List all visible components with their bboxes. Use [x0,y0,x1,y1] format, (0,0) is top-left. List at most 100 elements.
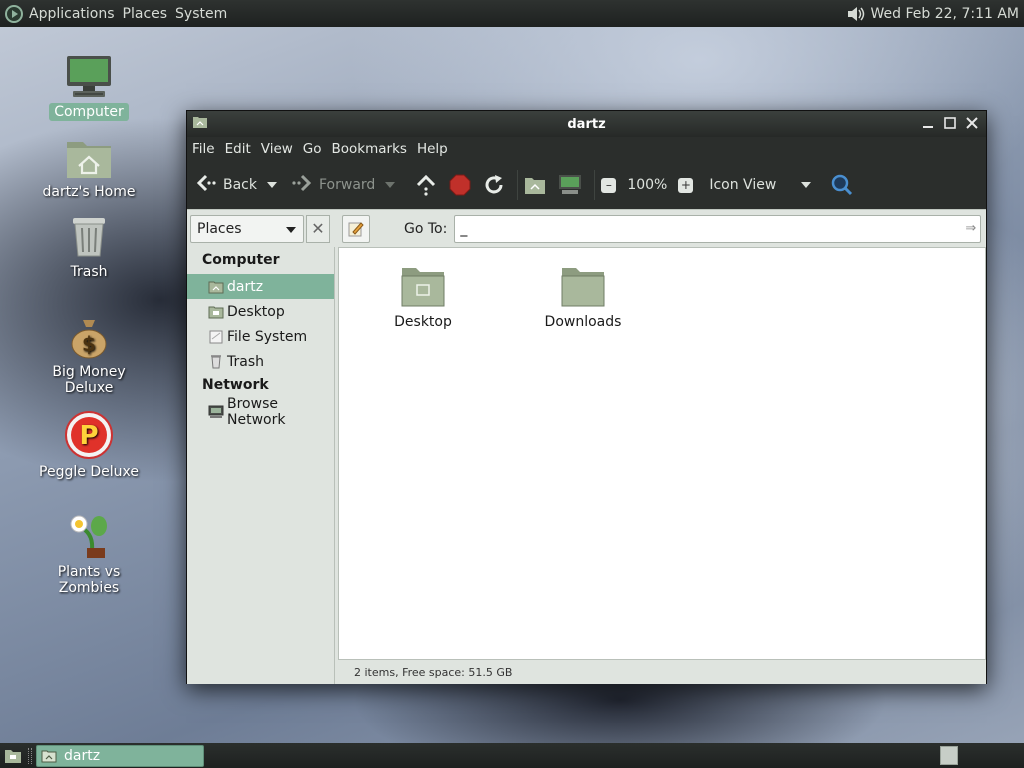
goto-location-input[interactable]: _ ⇒ [454,214,982,243]
sidebar-item-label: Desktop [227,303,285,320]
network-icon [208,404,224,420]
window-titlebar[interactable]: dartz [187,111,986,137]
file-item-downloads[interactable]: Downloads [528,256,638,330]
desktop-icon-trash[interactable]: Trash [34,208,144,281]
zoom-in-button[interactable]: + [678,177,694,193]
menu-go[interactable]: Go [303,141,322,157]
clock[interactable]: Wed Feb 22, 7:11 AM [871,6,1019,22]
sidebar-item-browse-network[interactable]: Browse Network [187,396,334,428]
pencil-icon [348,221,364,236]
maximize-button[interactable] [942,116,958,132]
desktop-icon-label: Trash [70,264,108,280]
search-icon [832,174,853,196]
trash-icon [34,208,144,260]
desktop-icon-label: Peggle Deluxe [39,464,139,480]
up-arrow-icon [417,174,436,196]
zoom-out-button[interactable]: – [601,177,617,193]
sidebar-item-label: Trash [227,353,264,370]
desktop-icon-computer[interactable]: Computer [34,48,144,121]
forward-button[interactable]: Forward [291,170,396,200]
file-item-label: Desktop [394,314,452,330]
menu-applications[interactable]: Applications [29,6,115,22]
desktop-icon-peggle[interactable]: P Peggle Deluxe [34,408,144,481]
sidebar-item-file-system[interactable]: File System [187,324,334,349]
sidebar-item-label: File System [227,328,308,345]
back-arrow-icon [195,173,217,197]
sidebar-type-select[interactable]: Places [190,214,304,243]
toolbar: Back Forward – 100% + Icon View [187,161,986,209]
home-folder-icon [208,279,224,295]
desktop-icon-label: Big Money Deluxe [52,364,126,396]
back-label: Back [223,177,257,193]
file-item-label: Downloads [544,314,622,330]
desktop-icon-label: Plants vs Zombies [57,564,121,596]
menu-view[interactable]: View [261,141,293,157]
sidebar-item-label: Browse Network [227,395,286,428]
back-button[interactable]: Back [195,170,277,200]
search-button[interactable] [831,170,853,200]
file-manager-window: dartz File Edit View Go Bookmarks Help B… [186,110,987,684]
desktop-folder-icon [368,256,478,308]
trash-icon [208,354,224,370]
forward-label: Forward [319,177,376,193]
desktop-icon-plants-vs-zombies[interactable]: Plants vs Zombies [34,508,144,597]
edit-location-button[interactable] [342,214,370,243]
sidebar-heading-computer: Computer [202,252,280,268]
menu-help[interactable]: Help [417,141,448,157]
chevron-down-icon [286,226,296,233]
file-view[interactable]: Desktop Downloads [338,247,986,660]
desktop-icon-home[interactable]: dartz's Home [34,128,144,201]
sidebar-item-trash[interactable]: Trash [187,349,334,374]
places-sidebar: Computer dartz Desktop File System Trash… [187,247,335,684]
menu-system[interactable]: System [175,6,227,22]
volume-icon[interactable] [841,0,871,27]
goto-label: Go To: [404,220,448,237]
sidebar-type-label: Places [197,220,242,237]
show-desktop-button[interactable] [2,745,24,767]
desktop-folder-icon [5,749,21,763]
computer-button[interactable] [558,170,582,200]
taskbar-item-label: dartz [64,747,101,764]
panel-handle[interactable] [28,747,32,764]
goto-location-value: _ [460,220,468,237]
view-mode-select[interactable]: Icon View [709,170,812,200]
close-sidebar-button[interactable]: ✕ [306,214,330,243]
status-bar: 2 items, Free space: 51.5 GB [354,666,513,679]
desktop-icon-label: Computer [49,103,129,121]
close-button[interactable] [964,116,980,132]
computer-icon [34,48,144,100]
back-history-dropdown[interactable] [267,182,277,188]
sidebar-item-desktop[interactable]: Desktop [187,299,334,324]
sidebar-item-dartz[interactable]: dartz [187,274,334,299]
taskbar-item-dartz[interactable]: dartz [36,744,204,767]
menu-bookmarks[interactable]: Bookmarks [332,141,407,157]
money-bag-icon: $ [34,308,144,360]
location-bar: Places ✕ Go To: _ ⇒ [187,209,986,247]
drive-icon [208,329,224,345]
bottom-panel: dartz [0,743,1024,768]
stop-button[interactable] [449,170,471,200]
plants-vs-zombies-icon [34,508,144,560]
distro-logo-icon[interactable] [5,4,23,23]
reload-button[interactable] [483,170,505,200]
menubar: File Edit View Go Bookmarks Help [187,137,986,161]
chevron-down-icon [801,182,812,188]
view-mode-label: Icon View [709,177,777,193]
up-button[interactable] [415,170,437,200]
desktop-icon-big-money[interactable]: $ Big Money Deluxe [34,308,144,397]
menu-places[interactable]: Places [123,6,168,22]
menu-edit[interactable]: Edit [225,141,251,157]
go-arrow-icon[interactable]: ⇒ [965,221,976,236]
home-button[interactable] [524,170,546,200]
forward-history-dropdown[interactable] [385,182,396,188]
folder-icon [528,256,638,308]
menu-file[interactable]: File [192,141,215,157]
file-item-desktop[interactable]: Desktop [368,256,478,330]
minimize-button[interactable] [920,116,936,132]
svg-text:$: $ [82,332,96,356]
peggle-icon: P [34,408,144,460]
home-folder-icon [34,128,144,180]
home-folder-icon [41,750,57,762]
zoom-level: 100% [627,177,668,193]
workspace-switcher[interactable] [940,746,958,765]
